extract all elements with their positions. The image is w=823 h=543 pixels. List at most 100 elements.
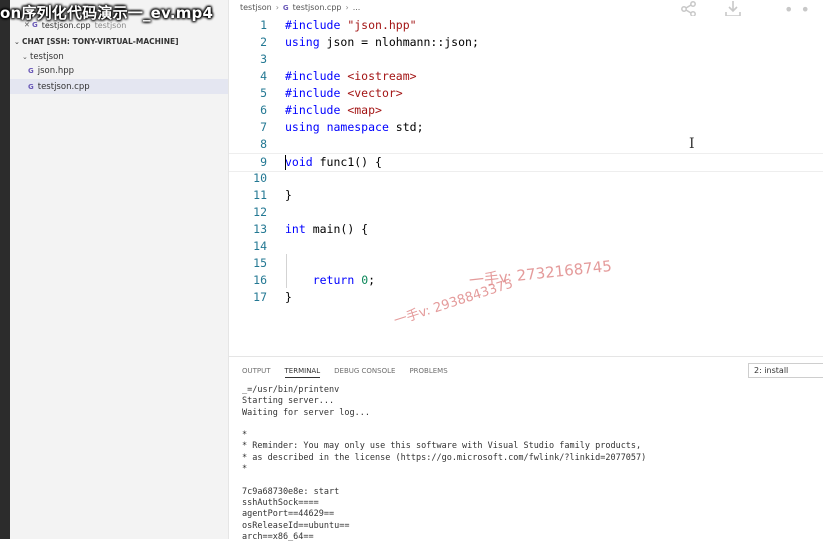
- text-caret: [285, 155, 286, 170]
- code-line[interactable]: 4 #include <iostream>: [229, 68, 823, 85]
- code-line[interactable]: 1 #include "json.hpp": [229, 17, 823, 34]
- code-line[interactable]: 13 int main() {: [229, 221, 823, 238]
- breadcrumb-file[interactable]: testjson.cpp: [293, 3, 342, 12]
- code-text: using json = nlohmann::json;: [285, 34, 479, 51]
- tab-terminal[interactable]: TERMINAL: [284, 367, 321, 378]
- code-line[interactable]: 10: [229, 170, 823, 187]
- workspace-section-header[interactable]: ⌄ CHAT [SSH: TONY-VIRTUAL-MACHINE]: [10, 35, 228, 48]
- tab-debug-console[interactable]: DEBUG CONSOLE: [334, 367, 395, 378]
- code-token: #include: [285, 86, 341, 100]
- chevron-down-icon: ⌄: [22, 52, 28, 61]
- line-number: 8: [260, 137, 267, 151]
- code-token: #include: [285, 18, 341, 32]
- code-token: <vector>: [347, 86, 403, 100]
- terminal-line: * Reminder: You may only use this softwa…: [242, 441, 642, 452]
- line-number: 1: [260, 18, 267, 32]
- line-number: 10: [253, 171, 267, 185]
- code-token: }: [285, 188, 292, 202]
- line-number: 12: [253, 205, 267, 219]
- tab-problems[interactable]: PROBLEMS: [409, 367, 447, 378]
- terminal-select[interactable]: 2: install: [748, 363, 823, 378]
- code-token: #include: [285, 69, 341, 83]
- breadcrumb-tail[interactable]: ...: [353, 3, 361, 12]
- cpp-file-icon: G: [28, 66, 34, 75]
- terminal-line: osReleaseId==ubuntu==: [242, 520, 350, 531]
- breadcrumb-folder[interactable]: testjson: [240, 3, 272, 12]
- code-token: ;: [368, 273, 376, 287]
- code-token: }: [285, 290, 292, 304]
- code-line[interactable]: 2 using json = nlohmann::json;: [229, 34, 823, 51]
- code-line[interactable]: 14: [229, 238, 823, 255]
- code-text: #include "json.hpp": [285, 17, 417, 34]
- tab-output[interactable]: OUTPUT: [242, 367, 271, 378]
- code-token: json = nlohmann::json;: [319, 35, 479, 49]
- code-token: func1() {: [312, 155, 382, 169]
- code-line[interactable]: 7 using namespace std;: [229, 119, 823, 136]
- chevron-right-icon: ›: [345, 3, 349, 12]
- code-line[interactable]: 8: [229, 136, 823, 153]
- code-text: #include <map>: [285, 102, 382, 119]
- terminal-line: Starting server...: [242, 396, 335, 407]
- workspace-section-title: CHAT [SSH: TONY-VIRTUAL-MACHINE]: [22, 37, 179, 46]
- video-title-overlay: on序列化代码演示一_ev.mp4: [0, 4, 214, 22]
- file-item-testjson-cpp[interactable]: G testjson.cpp: [10, 79, 228, 94]
- line-number: 13: [253, 222, 267, 236]
- panel-tabs: OUTPUT TERMINAL DEBUG CONSOLE PROBLEMS: [242, 367, 448, 378]
- code-token: main() {: [305, 222, 369, 236]
- line-number: 11: [253, 188, 267, 202]
- file-item-json-hpp[interactable]: G json.hpp: [10, 63, 228, 78]
- cpp-file-icon: G: [282, 3, 289, 12]
- code-token: std;: [388, 120, 424, 134]
- file-label: json.hpp: [37, 65, 75, 76]
- cpp-file-icon: G: [28, 82, 34, 91]
- line-number: 16: [253, 273, 267, 287]
- code-line[interactable]: 11}: [229, 187, 823, 204]
- code-text: void func1() {: [285, 154, 382, 171]
- code-line[interactable]: 3: [229, 51, 823, 68]
- activity-bar: [0, 0, 10, 539]
- code-line[interactable]: 17}: [229, 289, 823, 306]
- code-token: using: [285, 120, 320, 134]
- chevron-right-icon: ›: [275, 3, 279, 12]
- bottom-panel: OUTPUT TERMINAL DEBUG CONSOLE PROBLEMS 2…: [229, 356, 823, 543]
- line-number: 9: [260, 155, 267, 169]
- chevron-down-icon: ⌄: [14, 37, 20, 46]
- folder-label: testjson: [30, 51, 64, 62]
- terminal-line: *: [242, 430, 248, 441]
- folder-item-testjson[interactable]: ⌄ testjson: [10, 49, 228, 64]
- terminal-line: arch==x86_64==: [242, 531, 314, 542]
- terminal-line: * as described in the license (https://g…: [242, 452, 647, 463]
- code-line[interactable]: 6 #include <map>: [229, 102, 823, 119]
- code-token: void: [285, 155, 313, 169]
- terminal-output[interactable]: _=/usr/bin/printenv Starting server... Wai…: [242, 385, 646, 543]
- code-text: #include <vector>: [285, 85, 403, 102]
- code-token: "json.hpp": [347, 18, 417, 32]
- code-line[interactable]: 12: [229, 204, 823, 221]
- terminal-line: agentPort==44629==: [242, 509, 335, 520]
- line-number: 15: [253, 256, 267, 270]
- line-number: 7: [260, 120, 267, 134]
- explorer-sidebar: ✕ G testjson.cpp testjson ⌄ CHAT [SSH: T…: [10, 0, 229, 539]
- line-number: 5: [260, 86, 267, 100]
- terminal-line: Waiting for server log...: [242, 407, 370, 418]
- code-token: <iostream>: [347, 69, 417, 83]
- file-label: testjson.cpp: [37, 81, 90, 92]
- code-token: namespace: [326, 120, 389, 134]
- code-line[interactable]: 5 #include <vector>: [229, 85, 823, 102]
- terminal-line: _=/usr/bin/printenv: [242, 385, 340, 395]
- terminal-line: *: [242, 464, 248, 475]
- code-text: using namespace std;: [285, 119, 424, 136]
- line-number: 4: [260, 69, 267, 83]
- line-number: 17: [253, 290, 267, 304]
- code-text: }: [285, 289, 292, 306]
- code-token: #include: [285, 103, 341, 117]
- code-text: int main() {: [285, 221, 368, 238]
- terminal-line: 7c9a68730e8e: start: [242, 486, 340, 497]
- code-token: <map>: [347, 103, 382, 117]
- line-number: 2: [260, 35, 267, 49]
- code-text: }: [285, 187, 292, 204]
- code-editor[interactable]: I 1 #include "json.hpp" 2 using json = nloh…: [229, 16, 823, 356]
